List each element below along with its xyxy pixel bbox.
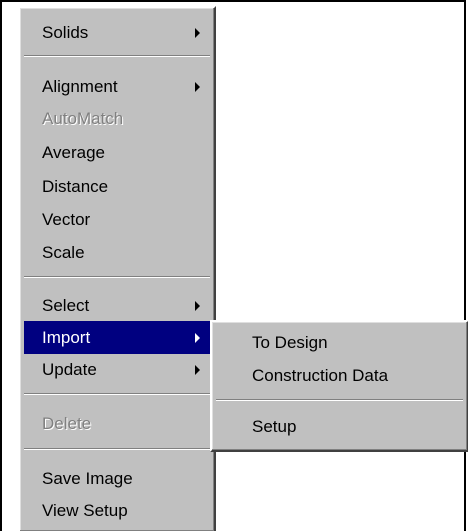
menu-item-save-image[interactable]: Save Image — [24, 462, 210, 495]
menu-item-delete: Delete — [24, 407, 210, 440]
menu-item-label: Delete — [42, 414, 92, 433]
menu-separator — [24, 448, 210, 450]
menu-item-label: Save Image — [42, 469, 133, 488]
submenu-item-to-design[interactable]: To Design — [216, 326, 463, 359]
menu-item-label: View Setup — [42, 501, 128, 520]
context-menu: Solids Alignment AutoMatch Average Dista… — [18, 6, 216, 531]
menu-separator — [24, 276, 210, 278]
submenu-arrow-icon — [195, 333, 200, 343]
menu-separator — [216, 399, 463, 401]
menu-item-solids[interactable]: Solids — [24, 16, 210, 49]
import-submenu: To Design Construction Data Setup — [210, 320, 468, 452]
menu-item-vector[interactable]: Vector — [24, 203, 210, 236]
menu-item-label: Scale — [42, 243, 85, 262]
submenu-item-label: To Design — [252, 333, 328, 352]
menu-item-average[interactable]: Average — [24, 136, 210, 169]
menu-item-automatch: AutoMatch — [24, 102, 210, 135]
submenu-arrow-icon — [195, 28, 200, 38]
menu-item-update[interactable]: Update — [24, 353, 210, 386]
menu-item-scale[interactable]: Scale — [24, 236, 210, 269]
menu-item-label: Solids — [42, 23, 89, 42]
menu-item-distance[interactable]: Distance — [24, 170, 210, 203]
submenu-item-label: Setup — [252, 417, 297, 436]
menu-item-label: Update — [42, 360, 97, 379]
menu-item-label: AutoMatch — [42, 109, 124, 128]
submenu-arrow-icon — [195, 301, 200, 311]
menu-item-label: Select — [42, 296, 90, 315]
menu-item-label: Average — [42, 143, 106, 162]
menu-item-view-setup[interactable]: View Setup — [24, 494, 210, 527]
menu-item-label: Distance — [42, 177, 109, 196]
submenu-item-construction-data[interactable]: Construction Data — [216, 359, 463, 392]
menu-item-label: Import — [42, 328, 91, 347]
submenu-arrow-icon — [195, 82, 200, 92]
menu-item-label: Alignment — [42, 77, 118, 96]
submenu-item-label: Construction Data — [252, 366, 389, 385]
submenu-arrow-icon — [195, 365, 200, 375]
submenu-item-setup[interactable]: Setup — [216, 410, 463, 443]
menu-separator — [24, 393, 210, 395]
menu-item-alignment[interactable]: Alignment — [24, 70, 210, 103]
menu-item-select[interactable]: Select — [24, 289, 210, 322]
menu-item-label: Vector — [42, 210, 91, 229]
menu-item-import[interactable]: Import — [24, 321, 210, 354]
menu-separator — [24, 55, 210, 57]
